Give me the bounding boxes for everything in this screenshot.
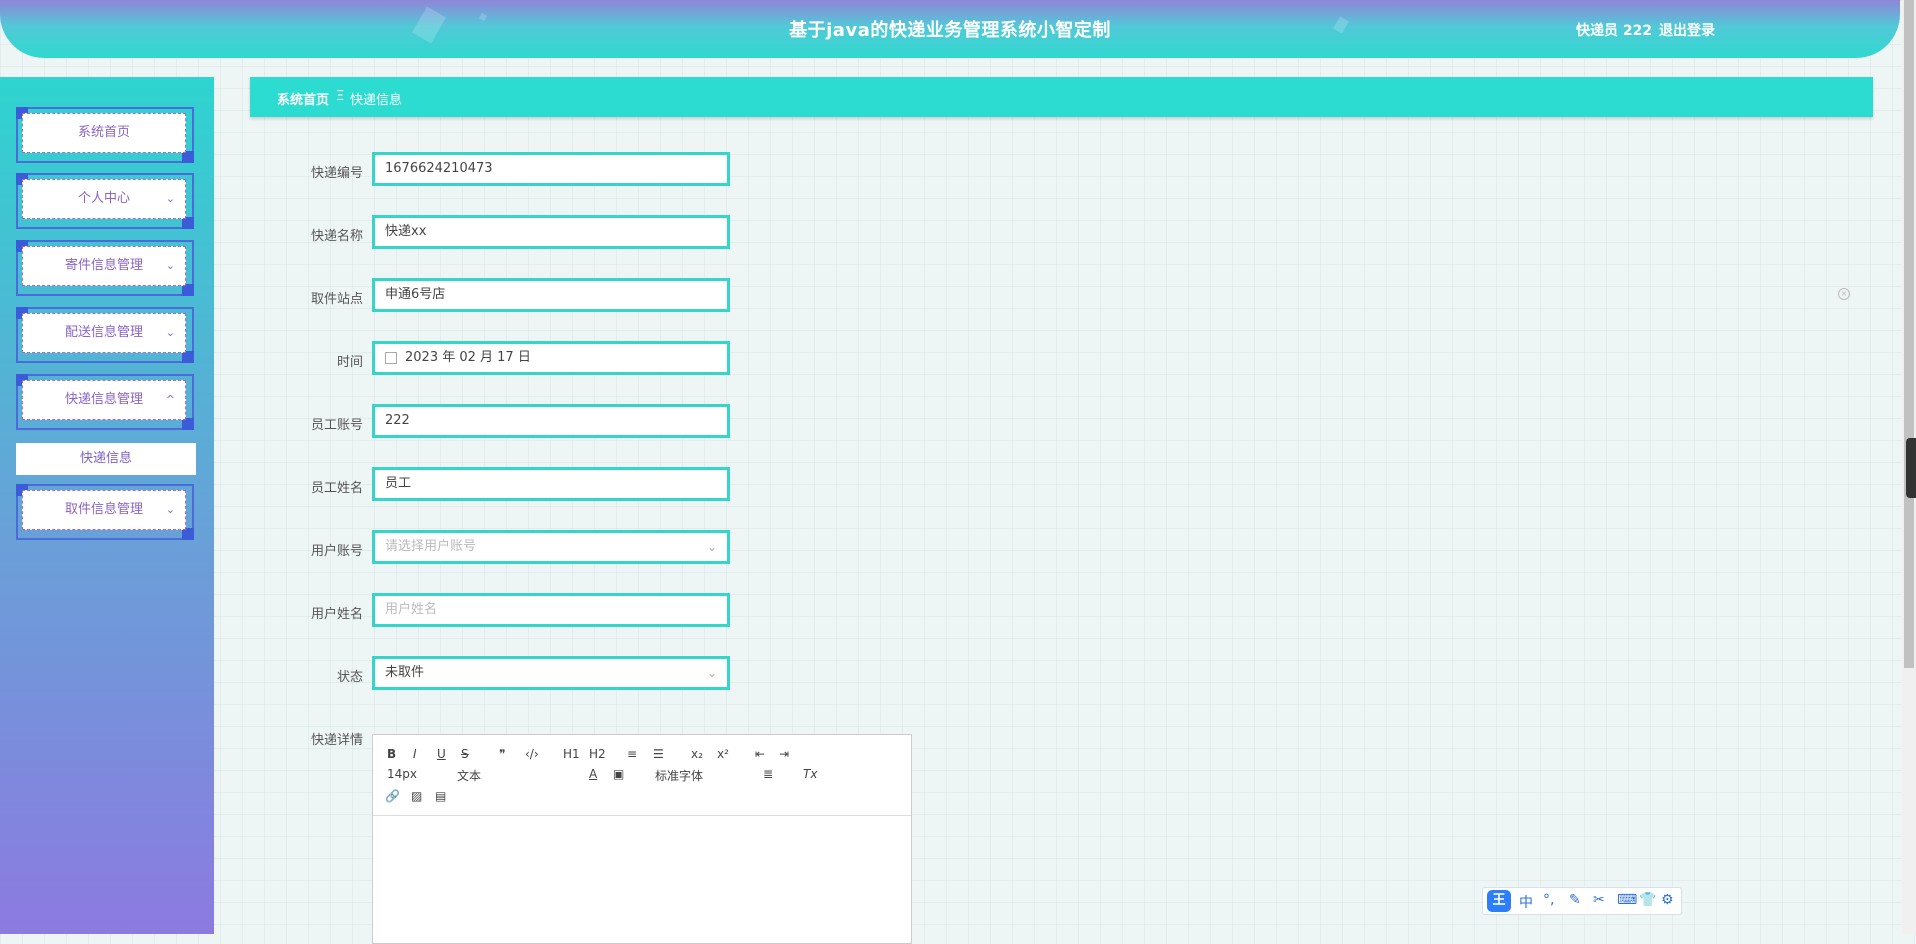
- italic-button[interactable]: I: [413, 747, 417, 761]
- user-account-label: 用户账号: [310, 544, 363, 559]
- sidebar-item-label: 寄件信息管理: [64, 258, 143, 273]
- editor-toolbar: B I U S ❞ ‹/› H1 H2 ≡ ☰ x₂ x² ⇤ ⇥ 14px 文…: [373, 735, 911, 816]
- pickup-station-label: 取件站点: [310, 292, 363, 307]
- background-color-button[interactable]: ▣: [613, 767, 624, 781]
- indent-button[interactable]: ⇥: [779, 747, 789, 761]
- sidebar-item-send[interactable]: 寄件信息管理 ⌄: [16, 240, 194, 296]
- user-name-input[interactable]: 用户姓名: [372, 593, 730, 627]
- sidebar-item-label: 系统首页: [77, 125, 130, 140]
- bullet-list-button[interactable]: ☰: [653, 747, 664, 761]
- logout-link[interactable]: 退出登录: [1659, 20, 1715, 40]
- top-header: 基于java的快递业务管理系统小智定制 快递员 222 退出登录: [0, 0, 1900, 58]
- sidebar: 系统首页 个人中心 ⌄ 寄件信息管理 ⌄ 配送信息管理 ⌄ 快递信息管理 ^ 快递信息 …: [0, 77, 214, 934]
- font-size-select[interactable]: 14px: [387, 767, 417, 781]
- user-name-label: 用户姓名: [310, 607, 363, 622]
- handwriting-icon[interactable]: ✎: [1569, 892, 1581, 908]
- scissors-icon[interactable]: ✂: [1593, 892, 1605, 908]
- scrollbar-thumb[interactable]: [1904, 0, 1914, 668]
- ime-toolbar[interactable]: 王 中 °, ✎ ✂ ⌨ 👕 ⚙: [1482, 887, 1682, 915]
- detail-label: 快递详情: [310, 733, 363, 748]
- chevron-down-icon: ⌄: [706, 666, 717, 680]
- current-user: 快递员 222: [1576, 23, 1653, 39]
- font-family-select[interactable]: 标准字体: [655, 767, 703, 784]
- staff-account-input[interactable]: 222: [372, 404, 730, 438]
- block-type-select[interactable]: 文本: [457, 767, 481, 784]
- sidebar-item-home[interactable]: 系统首页: [16, 107, 194, 163]
- underline-button[interactable]: U: [437, 747, 446, 761]
- sidebar-item-label: 配送信息管理: [64, 325, 143, 340]
- chevron-up-icon: ^: [165, 393, 175, 406]
- side-tab[interactable]: [1906, 438, 1916, 498]
- breadcrumb-home[interactable]: 系统首页: [277, 89, 329, 108]
- status-value: 未取件: [385, 665, 425, 680]
- breadcrumb: 系统首页 Ξ 快递信息: [250, 77, 1873, 117]
- staff-name-input[interactable]: 员工: [372, 467, 730, 501]
- skin-icon[interactable]: 👕: [1639, 892, 1656, 908]
- chevron-down-icon: ⌄: [165, 326, 175, 339]
- align-button[interactable]: ≣: [763, 767, 773, 781]
- heading1-button[interactable]: H1: [563, 747, 580, 761]
- heading2-button[interactable]: H2: [589, 747, 606, 761]
- user-account-placeholder: 请选择用户账号: [385, 539, 477, 554]
- keyboard-icon[interactable]: ⌨: [1617, 892, 1637, 908]
- chevron-down-icon: ⌄: [165, 503, 175, 516]
- sidebar-item-pickup[interactable]: 取件信息管理 ⌄: [16, 484, 194, 540]
- express-number-input[interactable]: 1676624210473: [372, 152, 730, 186]
- breadcrumb-separator: Ξ: [336, 89, 345, 104]
- sidebar-item-express[interactable]: 快递信息管理 ^: [16, 374, 194, 430]
- breadcrumb-current: 快递信息: [350, 93, 403, 108]
- pickup-station-input[interactable]: 申通6号店: [372, 278, 730, 312]
- bold-button[interactable]: B: [387, 747, 396, 761]
- chinese-mode-icon[interactable]: 中: [1519, 892, 1533, 912]
- sidebar-item-label: 取件信息管理: [64, 502, 143, 517]
- blockquote-button[interactable]: ❞: [499, 747, 505, 761]
- sidebar-item-profile[interactable]: 个人中心 ⌄: [16, 173, 194, 229]
- gear-icon[interactable]: ⚙: [1661, 892, 1674, 908]
- sidebar-item-label: 个人中心: [77, 191, 130, 206]
- sidebar-item-label: 快递信息管理: [64, 392, 143, 407]
- link-button[interactable]: 🔗: [385, 789, 400, 803]
- ordered-list-button[interactable]: ≡: [627, 747, 637, 761]
- chevron-down-icon: ⌄: [706, 540, 717, 554]
- ime-logo-icon[interactable]: 王: [1487, 890, 1511, 912]
- outdent-button[interactable]: ⇤: [755, 747, 765, 761]
- chevron-down-icon: ⌄: [165, 192, 175, 205]
- user-account-select[interactable]: 请选择用户账号 ⌄: [372, 530, 730, 564]
- time-date-picker[interactable]: 2023 年 02 月 17 日: [372, 341, 730, 375]
- express-name-label: 快递名称: [310, 229, 363, 244]
- staff-name-label: 员工姓名: [310, 481, 363, 496]
- sidebar-item-delivery[interactable]: 配送信息管理 ⌄: [16, 307, 194, 363]
- strike-button[interactable]: S: [461, 747, 469, 761]
- express-name-input[interactable]: 快递xx: [372, 215, 730, 249]
- superscript-button[interactable]: x²: [717, 747, 729, 761]
- status-label: 状态: [336, 670, 363, 685]
- time-label: 时间: [336, 355, 363, 370]
- punctuation-icon[interactable]: °,: [1543, 892, 1554, 908]
- clear-format-button[interactable]: Tx: [803, 767, 817, 781]
- staff-account-label: 员工账号: [310, 418, 363, 433]
- subscript-button[interactable]: x₂: [691, 747, 703, 761]
- font-color-button[interactable]: A: [589, 767, 597, 781]
- chevron-down-icon: ⌄: [165, 259, 175, 272]
- close-icon[interactable]: ×: [1838, 288, 1850, 300]
- express-number-label: 快递编号: [310, 166, 363, 181]
- rich-text-editor[interactable]: B I U S ❞ ‹/› H1 H2 ≡ ☰ x₂ x² ⇤ ⇥ 14px 文…: [372, 734, 912, 944]
- status-select[interactable]: 未取件 ⌄: [372, 656, 730, 690]
- code-block-button[interactable]: ‹/›: [525, 747, 539, 761]
- time-value: 2023 年 02 月 17 日: [405, 350, 531, 365]
- submenu-item-express-info[interactable]: 快递信息: [16, 443, 196, 475]
- video-button[interactable]: ▤: [435, 789, 446, 803]
- calendar-icon: [385, 351, 397, 364]
- image-button[interactable]: ▨: [411, 789, 422, 803]
